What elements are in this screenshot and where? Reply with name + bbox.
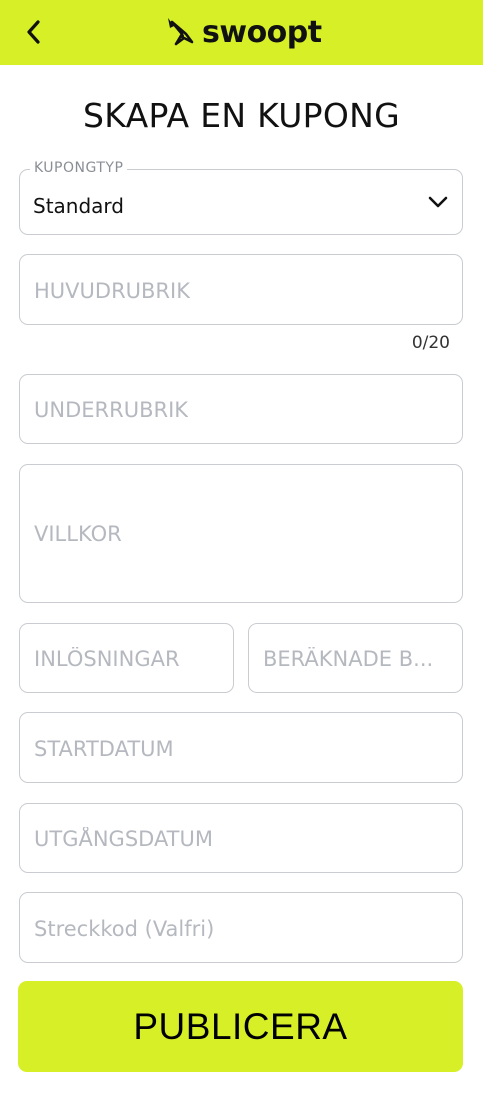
redemptions-input[interactable]: INLÖSNINGAR: [19, 623, 234, 693]
subheadline-input[interactable]: UNDERRUBRIK: [19, 374, 463, 444]
swoopt-logo: swoopt: [162, 12, 322, 52]
start-date-placeholder: STARTDATUM: [34, 737, 174, 761]
headline-char-counter: 0/20: [411, 333, 450, 353]
barcode-placeholder: Streckkod (Valfri): [34, 917, 215, 941]
logo-text: swoopt: [202, 14, 322, 50]
expiry-date-placeholder: UTGÅNGSDATUM: [34, 827, 214, 851]
redemptions-placeholder: INLÖSNINGAR: [34, 647, 180, 671]
expiry-date-input[interactable]: UTGÅNGSDATUM: [19, 803, 463, 873]
chevron-left-icon: [27, 20, 40, 44]
estimated-input[interactable]: BERÄKNADE B...: [248, 623, 463, 693]
subheadline-placeholder: UNDERRUBRIK: [34, 398, 189, 422]
swoopt-bird-icon: [168, 18, 194, 46]
terms-placeholder: VILLKOR: [34, 522, 122, 546]
coupon-type-label: KUPONGTYP: [30, 160, 128, 176]
back-button[interactable]: [18, 16, 48, 48]
estimated-placeholder: BERÄKNADE B...: [263, 647, 434, 671]
coupon-type-select[interactable]: KUPONGTYP Standard: [19, 160, 463, 235]
publish-button[interactable]: PUBLICERA: [18, 981, 463, 1072]
chevron-down-icon: [428, 196, 448, 208]
barcode-input[interactable]: Streckkod (Valfri): [19, 892, 463, 963]
headline-input[interactable]: HUVUDRUBRIK: [19, 254, 463, 325]
page-title: SKAPA EN KUPONG: [82, 96, 400, 135]
terms-textarea[interactable]: VILLKOR: [19, 464, 463, 603]
coupon-type-value: Standard: [33, 194, 124, 218]
headline-placeholder: HUVUDRUBRIK: [34, 279, 190, 303]
start-date-input[interactable]: STARTDATUM: [19, 712, 463, 783]
publish-button-label: PUBLICERA: [133, 1005, 348, 1047]
app-header: swoopt: [0, 0, 483, 65]
